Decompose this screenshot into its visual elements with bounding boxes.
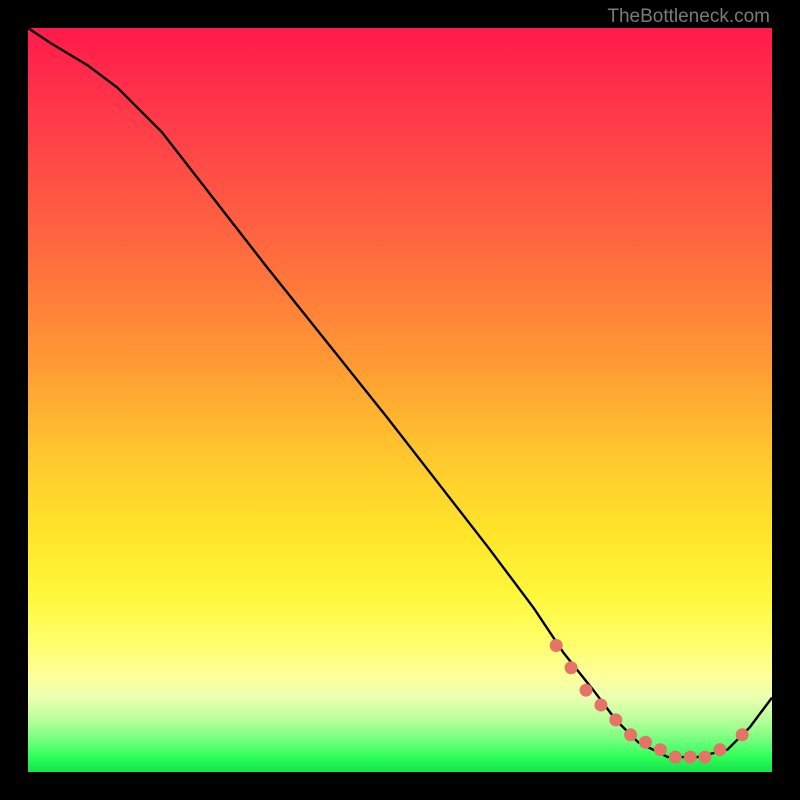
marker-dot — [594, 699, 607, 712]
marker-dot — [580, 684, 593, 697]
marker-dot — [699, 751, 712, 764]
chart-svg — [28, 28, 772, 772]
marker-dot — [713, 743, 726, 756]
marker-dot — [639, 736, 652, 749]
marker-dot — [736, 728, 749, 741]
curve-line — [28, 28, 772, 757]
attribution-text: TheBottleneck.com — [607, 6, 770, 28]
plot-area — [28, 28, 772, 772]
marker-dot — [684, 751, 697, 764]
marker-dot — [550, 639, 563, 652]
marker-dot — [565, 661, 578, 674]
marker-dot — [669, 751, 682, 764]
marker-dot — [654, 743, 667, 756]
marker-dot — [609, 713, 622, 726]
chart-frame: TheBottleneck.com — [0, 0, 800, 800]
marker-dot — [624, 728, 637, 741]
marker-group — [550, 639, 749, 764]
